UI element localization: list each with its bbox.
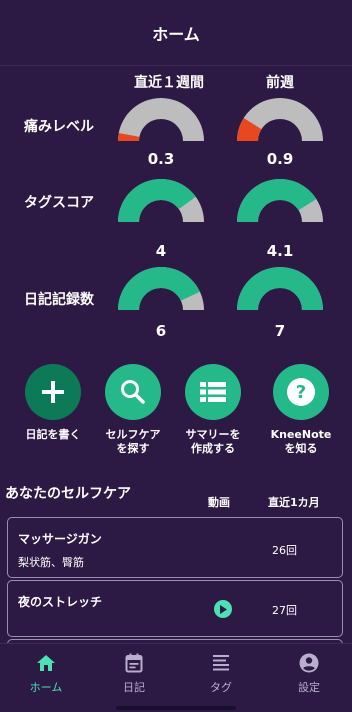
column-header-last-week: 前週 [266,75,294,91]
gauge-pain-last-week [237,98,323,141]
list-icon [185,364,241,420]
selfcare-name: マッサージガン [18,532,102,546]
value-pain-last-week: 0.9 [266,150,294,168]
svg-text:?: ? [296,382,306,403]
bottom-navigation: ホーム 日記 タグ 設定 [0,643,352,712]
row-label-diary-count: 日記記録数 [24,292,94,308]
about-kneenote-button[interactable]: ? KneeNote を知る [265,364,337,456]
value-diary-last-week: 7 [274,322,286,340]
value-pain-this-week: 0.3 [147,150,175,168]
value-tag-score-last-week: 4.1 [266,242,294,260]
row-label-pain: 痛みレベル [24,119,94,135]
selfcare-column-video: 動画 [208,496,230,509]
selfcare-target: 梨状筋、臀筋 [18,556,84,569]
selfcare-card-night-stretch[interactable]: 夜のストレッチ 27回 [7,580,343,637]
nav-settings[interactable]: 設定 [279,652,339,695]
write-diary-button[interactable]: 日記を書く [17,364,89,442]
create-summary-label-2: 作成する [191,442,235,455]
gauge-fill [237,266,323,310]
value-tag-score-this-week: 4 [155,242,167,260]
write-diary-label: 日記を書く [25,428,81,441]
find-selfcare-button[interactable]: セルフケア を探す [97,364,169,456]
nav-tag[interactable]: タグ [191,652,251,695]
nav-tag-label: タグ [210,681,232,694]
value-diary-this-week: 6 [155,322,167,340]
find-selfcare-label-2: を探す [116,442,150,455]
gauge-track [118,98,204,141]
create-summary-label-1: サマリーを [185,428,241,441]
selfcare-name: 夜のストレッチ [18,595,103,609]
account-icon [298,652,320,674]
selfcare-count: 27回 [272,604,297,617]
nav-home[interactable]: ホーム [16,652,76,695]
selfcare-section-title: あなたのセルフケア [5,486,131,502]
plus-icon [25,364,81,420]
column-header-this-week: 直近１週間 [134,75,204,91]
notes-icon [210,652,232,674]
help-icon: ? [273,364,329,420]
gauge-tag-score-last-week [237,179,323,222]
gauge-diary-last-week [237,266,323,310]
selfcare-column-month: 直近1カ月 [268,496,320,509]
create-summary-button[interactable]: サマリーを 作成する [177,364,249,456]
home-icon [35,652,57,674]
nav-diary-label: 日記 [123,681,145,694]
nav-diary[interactable]: 日記 [104,652,164,695]
app-header: ホーム [0,0,352,66]
selfcare-count: 26回 [272,544,297,557]
page-title: ホーム [152,24,200,44]
about-kneenote-label-2: を知る [284,442,318,455]
nav-settings-label: 設定 [298,681,320,694]
selfcare-card-massage-gun[interactable]: マッサージガン 梨状筋、臀筋 26回 [7,517,343,578]
calendar-icon [123,652,145,674]
search-icon [105,364,161,420]
gauge-diary-this-week [118,267,204,310]
find-selfcare-label-1: セルフケア [105,428,161,441]
gauge-pain-this-week [118,98,204,141]
play-video-icon[interactable] [214,600,232,618]
nav-home-label: ホーム [29,681,63,694]
gauge-tag-score-this-week [118,179,204,222]
home-indicator [116,706,236,710]
row-label-tag-score: タグスコア [24,195,94,211]
about-kneenote-label-1: KneeNote [270,428,332,441]
